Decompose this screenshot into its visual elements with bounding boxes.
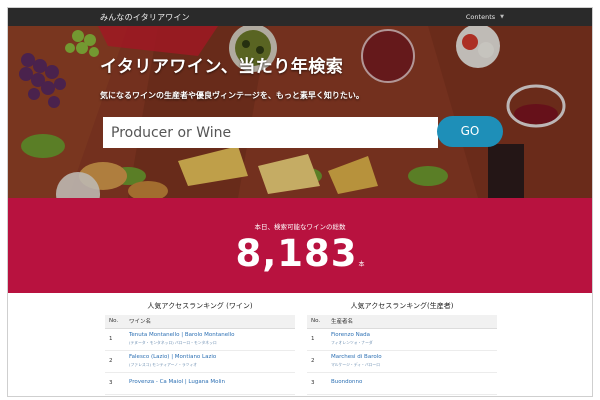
wine-count-unit: 本 bbox=[358, 261, 365, 268]
table-header-row: No. 生産者名 bbox=[307, 315, 497, 329]
wine-name-ja: (ファレスコ) モンティアーノ・ラツィオ bbox=[129, 362, 198, 367]
wine-link[interactable]: Provenza - Ca Maiol | Lugana Molin bbox=[129, 379, 291, 385]
rank-number: 2 bbox=[307, 350, 327, 373]
column-header-no: No. bbox=[105, 315, 125, 329]
producer-cell: Marchesi di Barolo マルケージ・ディ・バローロ bbox=[327, 350, 497, 373]
column-header-producer-name: 生産者名 bbox=[327, 315, 497, 329]
producer-cell: Buondonno bbox=[327, 372, 497, 395]
producer-name-ja: マルケージ・ディ・バローロ bbox=[331, 362, 381, 367]
rankings-section: 人気アクセスランキング (ワイン) No. ワイン名 1 Tenuta Mont… bbox=[8, 293, 592, 396]
site-brand[interactable]: みんなのイタリアワイン bbox=[100, 12, 190, 23]
wine-cell: Falesco (Lazio) | Montiano Lazio (ファレスコ)… bbox=[125, 350, 295, 373]
table-row: 1 Fiorenzo Nada フィオレンツォ・ナーダ bbox=[307, 328, 497, 351]
table-row: 2 Falesco (Lazio) | Montiano Lazio (ファレス… bbox=[105, 350, 295, 373]
browser-frame: みんなのイタリアワイン Contents ▼ イタリアワイン、当たり年検索 気に… bbox=[7, 7, 593, 397]
rank-number: 3 bbox=[105, 372, 125, 395]
chevron-down-icon: ▼ bbox=[500, 14, 504, 20]
table-row: 3 Buondonno bbox=[307, 372, 497, 395]
search-input[interactable] bbox=[103, 117, 438, 148]
table-row: 2 Marchesi di Barolo マルケージ・ディ・バローロ bbox=[307, 350, 497, 373]
hero-banner: イタリアワイン、当たり年検索 気になるワインの生産者や優良ヴィンテージを、もっと… bbox=[8, 26, 592, 198]
go-button[interactable]: GO bbox=[437, 116, 503, 147]
producer-link[interactable]: Marchesi di Barolo bbox=[331, 354, 493, 360]
contents-menu-label: Contents bbox=[465, 13, 496, 21]
rank-number: 1 bbox=[307, 328, 327, 351]
wine-cell: Provenza - Ca Maiol | Lugana Molin bbox=[125, 372, 295, 395]
wine-ranking-title: 人気アクセスランキング (ワイン) bbox=[147, 302, 253, 310]
hero-subtitle: 気になるワインの生産者や優良ヴィンテージを、もっと素早く知りたい。 bbox=[100, 91, 364, 100]
wine-link[interactable]: Tenuta Montanello | Barolo Montanello bbox=[129, 332, 291, 338]
wine-ranking-table: No. ワイン名 1 Tenuta Montanello | Barolo Mo… bbox=[105, 315, 295, 395]
stats-section: 本日、検索可能なワインの総数 8,183本 bbox=[8, 198, 592, 293]
rank-number: 2 bbox=[105, 350, 125, 373]
producer-name-ja: フィオレンツォ・ナーダ bbox=[331, 340, 373, 345]
wine-count: 8,183 bbox=[235, 232, 358, 275]
hero-title: イタリアワイン、当たり年検索 bbox=[100, 57, 344, 77]
rank-number: 3 bbox=[307, 372, 327, 395]
column-header-wine-name: ワイン名 bbox=[125, 315, 295, 329]
producer-link[interactable]: Fiorenzo Nada bbox=[331, 332, 493, 338]
wine-ranking: 人気アクセスランキング (ワイン) No. ワイン名 1 Tenuta Mont… bbox=[105, 301, 295, 395]
producer-ranking-title: 人気アクセスランキング(生産者) bbox=[350, 302, 454, 310]
contents-menu[interactable]: Contents ▼ bbox=[466, 13, 504, 21]
producer-link[interactable]: Buondonno bbox=[331, 379, 493, 385]
producer-cell: Fiorenzo Nada フィオレンツォ・ナーダ bbox=[327, 328, 497, 351]
wine-link[interactable]: Falesco (Lazio) | Montiano Lazio bbox=[129, 354, 291, 360]
producer-ranking: 人気アクセスランキング(生産者) No. 生産者名 1 Fiorenzo Nad… bbox=[307, 301, 497, 395]
stats-count-wrap: 8,183本 bbox=[8, 232, 592, 275]
top-navbar: みんなのイタリアワイン Contents ▼ bbox=[8, 8, 592, 26]
table-header-row: No. ワイン名 bbox=[105, 315, 295, 329]
wine-name-ja: (テヌータ・モンタネッロ) バローロ・モンタネッロ bbox=[129, 340, 217, 345]
table-row: 3 Provenza - Ca Maiol | Lugana Molin bbox=[105, 372, 295, 395]
column-header-no: No. bbox=[307, 315, 327, 329]
producer-ranking-table: No. 生産者名 1 Fiorenzo Nada フィオレンツォ・ナーダ 2 M… bbox=[307, 315, 497, 395]
stats-label: 本日、検索可能なワインの総数 bbox=[254, 223, 346, 231]
table-row: 1 Tenuta Montanello | Barolo Montanello … bbox=[105, 328, 295, 351]
rank-number: 1 bbox=[105, 328, 125, 351]
wine-cell: Tenuta Montanello | Barolo Montanello (テ… bbox=[125, 328, 295, 351]
